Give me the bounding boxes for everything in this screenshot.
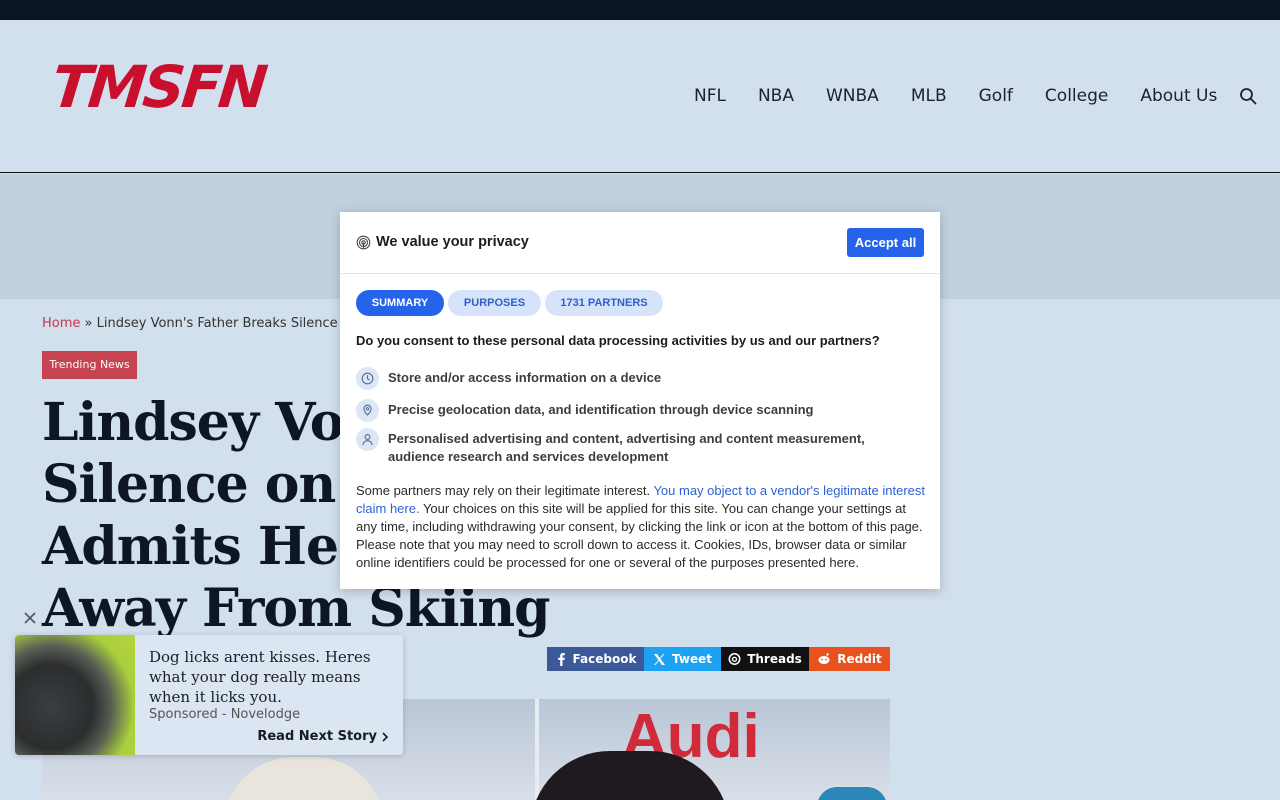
share-tweet-button[interactable]: Tweet bbox=[644, 647, 721, 671]
share-facebook-label: Facebook bbox=[572, 652, 637, 666]
close-icon[interactable] bbox=[22, 610, 38, 626]
consent-tabs: SUMMARY PURPOSES 1731 PARTNERS bbox=[356, 290, 663, 316]
breadcrumb-current: Lindsey Vonn's Father Breaks Silence on bbox=[96, 316, 358, 331]
facebook-icon bbox=[557, 653, 565, 666]
read-next-story-link[interactable]: Read Next Story bbox=[257, 729, 389, 744]
purpose-item: Precise geolocation data, and identifica… bbox=[356, 399, 813, 422]
x-logo-icon bbox=[654, 653, 666, 665]
nav-item-mlb[interactable]: MLB bbox=[911, 86, 947, 106]
share-threads-label: Threads bbox=[747, 652, 802, 666]
teaser-sponsor: Sponsored - Novelodge bbox=[149, 707, 301, 722]
nav-item-college[interactable]: College bbox=[1045, 86, 1108, 106]
location-pin-icon bbox=[356, 399, 379, 422]
breadcrumb-separator: » bbox=[84, 316, 93, 331]
threads-icon bbox=[728, 653, 741, 665]
share-bar: Facebook Tweet Threads Reddit bbox=[547, 647, 890, 671]
purpose-item: Personalised advertising and content, ad… bbox=[356, 428, 896, 466]
nav-item-wnba[interactable]: WNBA bbox=[826, 86, 879, 106]
purpose-label: Precise geolocation data, and identifica… bbox=[388, 402, 814, 417]
chevron-right-icon bbox=[382, 731, 389, 742]
share-tweet-label: Tweet bbox=[672, 652, 712, 666]
breadcrumb: Home » Lindsey Vonn's Father Breaks Sile… bbox=[42, 316, 358, 331]
consent-header: We value your privacy Accept all bbox=[340, 212, 940, 274]
nav-item-golf[interactable]: Golf bbox=[979, 86, 1013, 106]
share-threads-button[interactable]: Threads bbox=[721, 647, 809, 671]
consent-body-intro: Some partners may rely on their legitima… bbox=[356, 483, 654, 498]
site-logo[interactable]: TMSFN bbox=[48, 53, 267, 121]
clock-icon bbox=[356, 367, 379, 390]
category-tag[interactable]: Trending News bbox=[42, 351, 137, 379]
purpose-label: Store and/or access information on a dev… bbox=[388, 370, 662, 385]
breadcrumb-home-link[interactable]: Home bbox=[42, 316, 80, 331]
nav-item-about-us[interactable]: About Us bbox=[1140, 86, 1217, 106]
consent-title-text: We value your privacy bbox=[376, 234, 529, 250]
hero-decoration bbox=[817, 787, 887, 800]
read-next-label: Read Next Story bbox=[257, 729, 377, 744]
teaser-thumbnail bbox=[15, 635, 135, 755]
consent-dialog: We value your privacy Accept all SUMMARY… bbox=[340, 212, 940, 589]
site-header: TMSFN NFL NBA WNBA MLB Golf College Abou… bbox=[0, 20, 1280, 173]
search-icon[interactable] bbox=[1239, 87, 1257, 105]
nav-item-nfl[interactable]: NFL bbox=[694, 86, 726, 106]
tab-summary[interactable]: SUMMARY bbox=[356, 290, 444, 316]
accept-all-button[interactable]: Accept all bbox=[847, 228, 924, 257]
share-reddit-button[interactable]: Reddit bbox=[809, 647, 890, 671]
consent-body-rest: Your choices on this site will be applie… bbox=[356, 501, 923, 570]
share-reddit-label: Reddit bbox=[837, 652, 882, 666]
next-story-teaser[interactable]: Dog licks arent kisses. Heres what your … bbox=[15, 635, 403, 755]
top-bar bbox=[0, 0, 1280, 20]
nav-item-nba[interactable]: NBA bbox=[758, 86, 794, 106]
person-icon bbox=[356, 428, 379, 451]
main-nav: NFL NBA WNBA MLB Golf College About Us bbox=[694, 85, 1257, 107]
fingerprint-icon bbox=[356, 235, 371, 249]
purpose-item: Store and/or access information on a dev… bbox=[356, 367, 661, 390]
share-facebook-button[interactable]: Facebook bbox=[547, 647, 644, 671]
reddit-icon bbox=[818, 653, 830, 664]
consent-question: Do you consent to these personal data pr… bbox=[356, 333, 880, 348]
purpose-label: Personalised advertising and content, ad… bbox=[388, 431, 865, 464]
consent-title: We value your privacy bbox=[356, 234, 529, 250]
tab-partners[interactable]: 1731 PARTNERS bbox=[545, 290, 663, 316]
teaser-title[interactable]: Dog licks arent kisses. Heres what your … bbox=[149, 647, 389, 707]
consent-body: Some partners may rely on their legitima… bbox=[356, 482, 926, 572]
hero-pole bbox=[535, 699, 539, 800]
tab-purposes[interactable]: PURPOSES bbox=[448, 290, 541, 316]
hero-person-hat bbox=[224, 757, 384, 800]
